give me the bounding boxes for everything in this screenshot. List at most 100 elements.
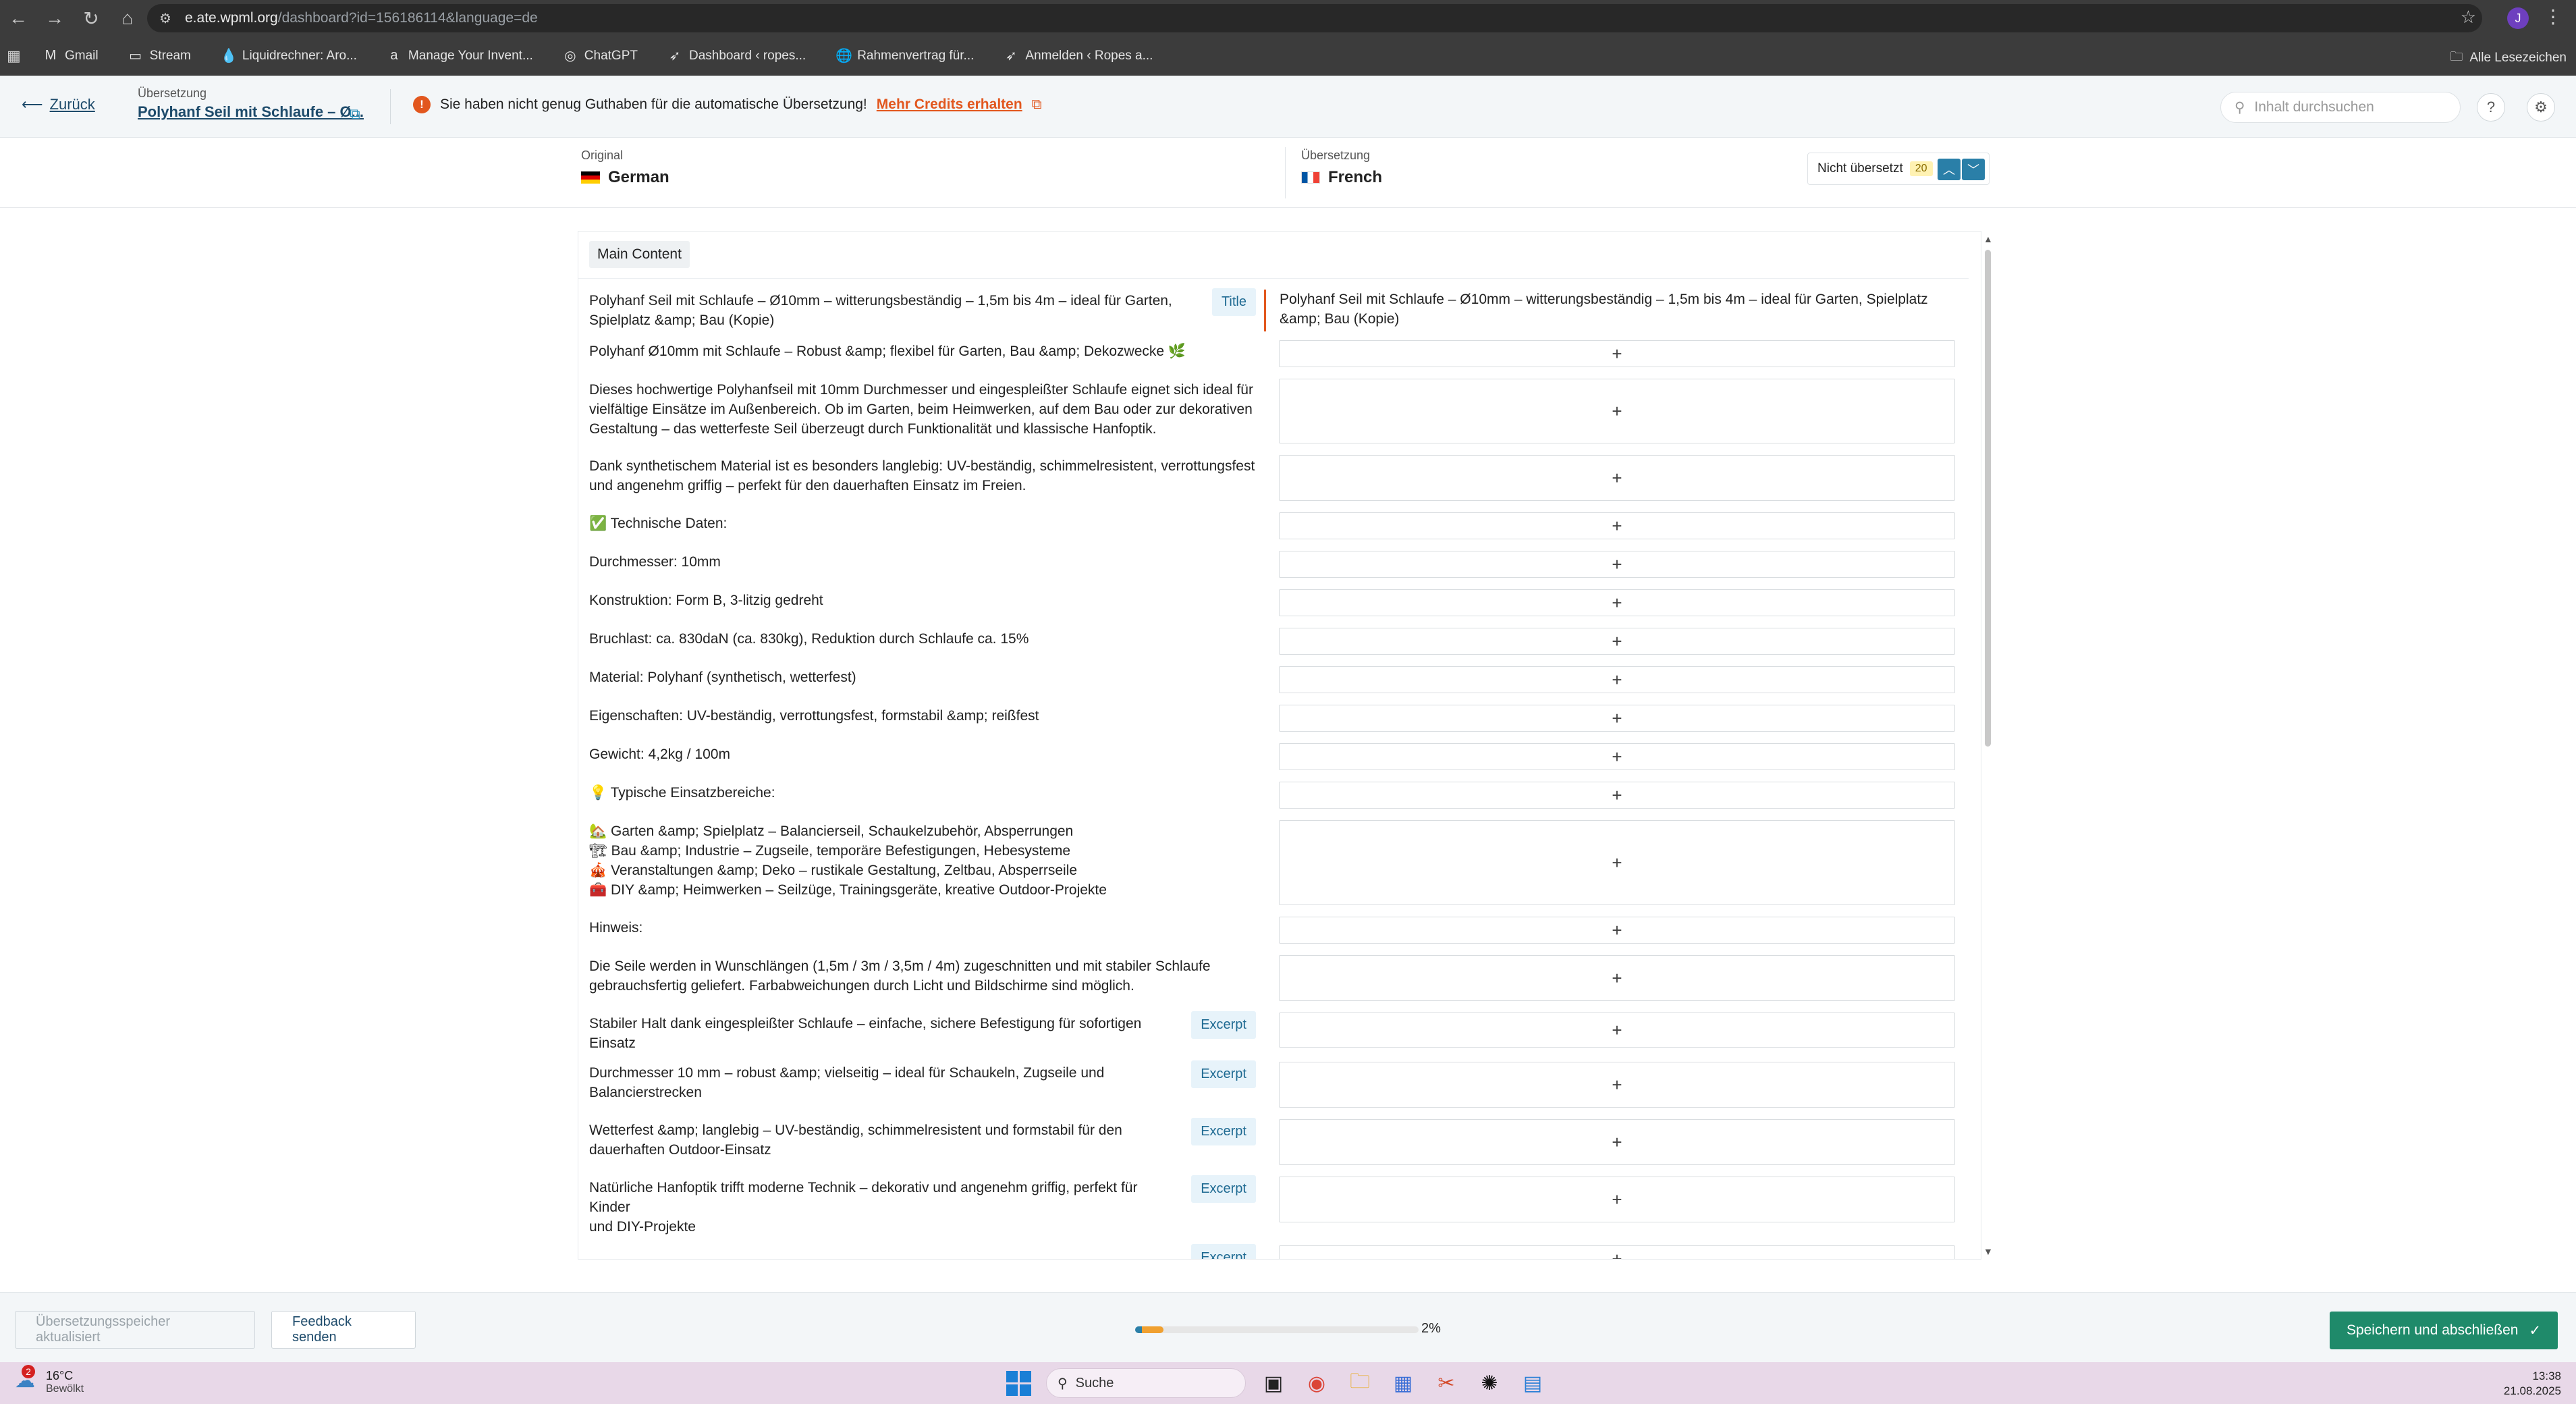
add-translation-button[interactable]: + [1279, 589, 1955, 616]
site-settings-icon[interactable]: ⚙ [159, 10, 171, 27]
forward-arrow-icon[interactable]: → [36, 0, 73, 36]
target-segment[interactable]: + [1264, 1119, 1969, 1168]
bookmark-item[interactable]: ◎ ChatGPT [563, 47, 638, 64]
chatgpt-icon[interactable]: ✺ [1474, 1368, 1505, 1399]
source-segment: Excerpt [578, 1244, 1264, 1259]
bookmark-item[interactable]: 🌐 Rahmenvertrag für... [835, 47, 974, 64]
add-translation-button[interactable]: + [1279, 666, 1955, 693]
plus-icon: + [1612, 630, 1622, 651]
target-segment[interactable]: + [1264, 743, 1969, 773]
segment-row: Durchmesser: 10mm + [578, 551, 1969, 580]
next-segment-button[interactable]: ﹀ [1962, 159, 1985, 180]
apps-grid-icon[interactable]: ▦ [7, 47, 27, 65]
target-segment[interactable]: + [1264, 512, 1969, 542]
bookmark-item[interactable]: a Manage Your Invent... [387, 47, 533, 64]
bookmark-item[interactable]: ➶ Anmelden ‹ Ropes a... [1004, 47, 1153, 64]
windows-start-icon[interactable] [1003, 1368, 1034, 1399]
add-translation-button[interactable]: + [1279, 705, 1955, 732]
target-text[interactable]: Polyhanf Seil mit Schlaufe – Ø10mm – wit… [1280, 292, 1928, 327]
target-segment[interactable]: + [1264, 1245, 1969, 1259]
add-translation-button[interactable]: + [1279, 512, 1955, 539]
add-translation-button[interactable]: + [1279, 340, 1955, 367]
add-translation-button[interactable]: + [1279, 955, 1955, 1001]
chrome-icon[interactable]: ◉ [1301, 1368, 1332, 1399]
previous-segment-button[interactable]: ︿ [1938, 159, 1961, 180]
segment-row: Gewicht: 4,2kg / 100m + [578, 743, 1969, 773]
add-translation-button[interactable]: + [1279, 1013, 1955, 1048]
add-translation-button[interactable]: + [1279, 628, 1955, 655]
app-icon[interactable]: ▦ [1388, 1368, 1419, 1399]
target-segment[interactable]: + [1264, 955, 1969, 1004]
file-explorer-icon[interactable]: 🗀 [1344, 1368, 1375, 1399]
add-translation-button[interactable]: + [1279, 551, 1955, 578]
bookmark-item[interactable]: 💧 Liquidrechner: Aro... [221, 47, 357, 64]
back-arrow-icon[interactable]: ← [0, 0, 36, 36]
target-segment[interactable]: + [1264, 589, 1969, 619]
target-segment[interactable]: + [1264, 1062, 1969, 1110]
add-translation-button[interactable]: + [1279, 743, 1955, 770]
save-and-complete-button[interactable]: Speichern und abschließen ✓ [2330, 1312, 2558, 1349]
source-text: Material: Polyhanf (synthetisch, wetterf… [589, 670, 856, 685]
untranslated-filter[interactable]: Nicht übersetzt 20 ︿ ﹀ [1807, 153, 1990, 185]
home-icon[interactable]: ⌂ [109, 0, 146, 36]
add-translation-button[interactable]: + [1279, 379, 1955, 443]
address-bar[interactable]: ⚙ e.ate.wpml.org/dashboard?id=156186114&… [147, 4, 2482, 32]
bookmark-label: Manage Your Invent... [408, 48, 533, 63]
target-segment[interactable]: + [1264, 1177, 1969, 1237]
scroll-up-icon[interactable]: ▲ [1983, 234, 1993, 244]
add-translation-button[interactable]: + [1279, 455, 1955, 501]
bookmark-star-icon[interactable]: ☆ [2461, 7, 2476, 28]
weather-widget[interactable]: ☁ 2 16°C Bewölkt [15, 1365, 84, 1395]
add-translation-button[interactable]: + [1279, 917, 1955, 944]
snipping-tool-icon[interactable]: ✂ [1431, 1368, 1462, 1399]
browser-menu-icon[interactable]: ⋮ [2544, 5, 2563, 28]
target-segment-filled[interactable]: Polyhanf Seil mit Schlaufe – Ø10mm – wit… [1264, 290, 1969, 331]
help-icon[interactable]: ? [2477, 93, 2505, 122]
plus-icon: + [1612, 1019, 1622, 1040]
target-segment[interactable]: + [1264, 820, 1969, 908]
external-link-icon[interactable]: ⧉ [1032, 97, 1042, 113]
add-translation-button[interactable]: + [1279, 820, 1955, 905]
target-segment[interactable]: + [1264, 1013, 1969, 1053]
add-translation-button[interactable]: + [1279, 1119, 1955, 1165]
profile-avatar[interactable]: J [2507, 7, 2529, 29]
source-text: 💡 Typische Einsatzbereiche: [589, 785, 775, 801]
system-clock[interactable]: 13:38 21.08.2025 [2504, 1369, 2561, 1399]
target-segment[interactable]: + [1264, 340, 1969, 370]
windows-taskbar: ☁ 2 16°C Bewölkt ⚲ Suche ▣ ◉ 🗀 ▦ ✂ ✺ ▤ 13… [0, 1362, 2576, 1404]
task-view-icon[interactable]: ▣ [1258, 1368, 1289, 1399]
target-segment[interactable]: + [1264, 782, 1969, 811]
reload-icon[interactable]: ↻ [73, 0, 109, 36]
add-translation-button[interactable]: + [1279, 1062, 1955, 1108]
back-link[interactable]: ⟵ Zurück [22, 96, 95, 113]
settings-gear-icon[interactable]: ⚙ [2527, 93, 2555, 122]
document-title[interactable]: Polyhanf Seil mit Schlaufe – Ø... [138, 103, 364, 121]
notepad-icon[interactable]: ▤ [1517, 1368, 1548, 1399]
target-segment[interactable]: + [1264, 666, 1969, 696]
send-feedback-button[interactable]: Feedback senden [271, 1311, 416, 1349]
content-scrollbar[interactable]: ▲ ▼ [1983, 234, 1993, 1260]
update-memory-button[interactable]: Übersetzungsspeicher aktualisiert [15, 1311, 255, 1349]
bookmark-item[interactable]: ▭ Stream [128, 47, 191, 64]
target-segment[interactable]: + [1264, 705, 1969, 734]
external-link-icon[interactable]: ⧉ [350, 105, 360, 123]
more-credits-link[interactable]: Mehr Credits erhalten [877, 97, 1022, 113]
scrollbar-thumb[interactable] [1985, 250, 1991, 747]
target-segment[interactable]: + [1264, 551, 1969, 580]
target-segment[interactable]: + [1264, 379, 1969, 446]
source-text: Stabiler Halt dank eingespleißter Schlau… [589, 1016, 1142, 1051]
target-segment[interactable]: + [1264, 628, 1969, 657]
target-segment[interactable]: + [1264, 917, 1969, 946]
bookmark-item[interactable]: ➶ Dashboard ‹ ropes... [667, 47, 806, 64]
add-translation-button[interactable]: + [1279, 782, 1955, 809]
source-segment: Natürliche Hanfoptik trifft moderne Tech… [578, 1175, 1264, 1237]
add-translation-button[interactable]: + [1279, 1245, 1955, 1259]
scroll-down-icon[interactable]: ▼ [1983, 1246, 1993, 1257]
target-segment[interactable]: + [1264, 455, 1969, 504]
source-segment: 🏡 Garten &amp; Spielplatz – Balanciersei… [578, 820, 1264, 908]
all-bookmarks[interactable]: 🗀 Alle Lesezeichen [2450, 47, 2567, 69]
taskbar-search[interactable]: ⚲ Suche [1046, 1368, 1246, 1398]
bookmark-item[interactable]: M Gmail [43, 47, 99, 64]
add-translation-button[interactable]: + [1279, 1177, 1955, 1222]
content-search[interactable]: ⚲ Inhalt durchsuchen [2220, 92, 2461, 123]
